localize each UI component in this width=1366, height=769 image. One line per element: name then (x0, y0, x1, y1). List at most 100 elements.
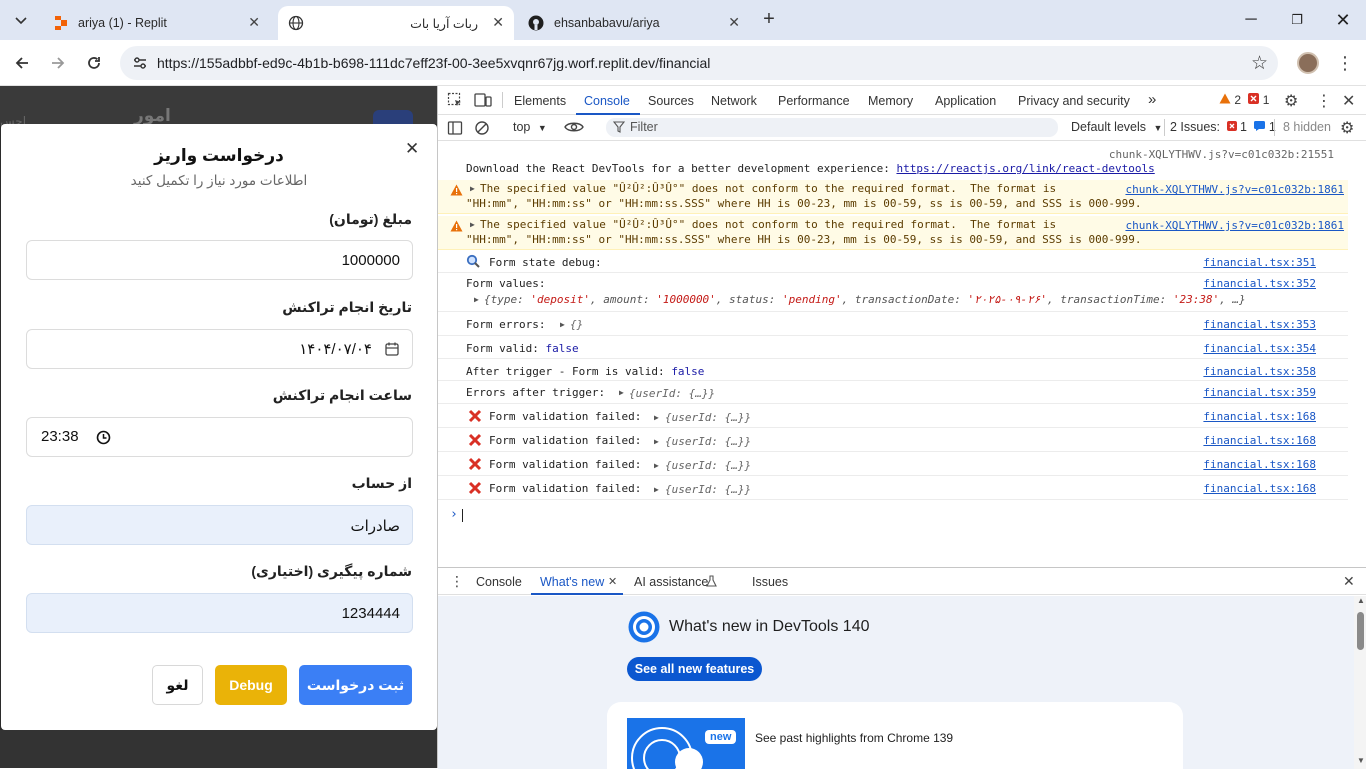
bookmark-star-icon[interactable]: ☆ (1251, 52, 1268, 75)
expand-triangle-icon[interactable]: ▶ (470, 184, 475, 193)
tab-network[interactable]: Network (711, 94, 757, 108)
see-all-features-button[interactable]: See all new features (627, 657, 762, 681)
devtools-menu-icon[interactable]: ⋮ (1316, 91, 1332, 111)
dropdown-arrow-icon: ▼ (1153, 123, 1163, 133)
log-source-link[interactable]: financial.tsx:351 (1203, 256, 1316, 269)
browser-tab-github[interactable]: ehsanbabavu/ariya ✕ (518, 6, 750, 40)
sidebar-toggle-icon[interactable] (447, 120, 463, 139)
scroll-down-arrow-icon[interactable]: ▼ (1357, 756, 1365, 765)
warning-count-badge[interactable]: 2 1 (1219, 93, 1269, 107)
tab-console[interactable]: Console (584, 94, 630, 108)
failed-object[interactable]: {userId: {…}} (665, 459, 751, 472)
close-window-button[interactable]: ✕ (1320, 0, 1366, 40)
live-expression-eye-icon[interactable] (564, 120, 584, 137)
drawer-tab-issues[interactable]: Issues (752, 575, 788, 589)
log-source-link[interactable]: financial.tsx:352 (1203, 277, 1316, 290)
close-drawer-icon[interactable]: ✕ (1343, 573, 1355, 590)
minimize-button[interactable]: ─ (1228, 0, 1274, 40)
close-tab-icon[interactable]: ✕ (492, 14, 504, 31)
scrollbar-thumb[interactable] (1357, 612, 1364, 650)
account-select[interactable]: صادرات (26, 505, 413, 545)
date-input[interactable]: ۱۴۰۴/۰۷/۰۴ (26, 329, 413, 369)
whats-new-title: What's new in DevTools 140 (669, 618, 870, 635)
scroll-up-arrow-icon[interactable]: ▲ (1357, 596, 1365, 605)
context-selector[interactable]: top ▼ (513, 120, 547, 134)
warning-line-2: "HH:mm", "HH:mm:ss" or "HH:mm:ss.SSS" wh… (466, 197, 1142, 210)
expand-triangle-icon[interactable]: ▶ (619, 388, 624, 397)
clock-icon[interactable] (96, 430, 111, 448)
tab-elements[interactable]: Elements (514, 94, 566, 108)
react-devtools-link[interactable]: https://reactjs.org/link/react-devtools (896, 162, 1154, 175)
close-devtools-icon[interactable]: ✕ (1342, 91, 1355, 111)
close-tab-icon[interactable]: ✕ (248, 14, 260, 31)
tab-memory[interactable]: Memory (868, 94, 913, 108)
clear-console-icon[interactable] (474, 120, 490, 139)
tab-search-button[interactable] (8, 8, 34, 34)
drawer-menu-icon[interactable]: ⋮ (450, 573, 464, 590)
submit-request-button[interactable]: ثبت درخواست (299, 665, 412, 705)
drawer-tab-ai-assistance[interactable]: AI assistance (634, 575, 708, 589)
time-input[interactable]: 23:38 (26, 417, 413, 457)
tracking-input[interactable]: 1234444 (26, 593, 413, 633)
drawer-tab-whats-new[interactable]: What's new (540, 575, 604, 589)
amount-input[interactable]: 1000000 (26, 240, 413, 280)
new-tab-button[interactable]: + (758, 8, 780, 32)
cancel-button[interactable]: لغو (152, 665, 203, 705)
more-tabs-icon[interactable]: » (1148, 91, 1156, 108)
back-button[interactable] (7, 48, 37, 78)
log-source-link[interactable]: financial.tsx:168 (1203, 458, 1316, 471)
settings-gear-icon[interactable]: ⚙ (1284, 91, 1298, 111)
forward-button[interactable] (43, 48, 73, 78)
highlights-text: See past highlights from Chrome 139 (755, 731, 954, 745)
expand-triangle-icon[interactable]: ▶ (654, 413, 659, 422)
log-source-link[interactable]: financial.tsx:168 (1203, 434, 1316, 447)
device-toolbar-icon[interactable] (474, 92, 492, 111)
console-filter-input[interactable]: Filter (606, 118, 1058, 137)
expand-triangle-icon[interactable]: ▶ (654, 437, 659, 446)
whats-new-panel: What's new in DevTools 140 See all new f… (438, 596, 1354, 769)
inspect-element-icon[interactable] (447, 92, 463, 111)
tab-sources[interactable]: Sources (648, 94, 694, 108)
address-bar[interactable]: https://155adbbf-ed9c-4b1b-b698-111dc7ef… (120, 46, 1278, 80)
browser-menu-button[interactable]: ⋮ (1330, 48, 1360, 78)
browser-tab-replit[interactable]: ariya (1) - Replit ✕ (42, 6, 270, 40)
site-info-icon[interactable] (132, 55, 148, 74)
close-whats-new-icon[interactable]: ✕ (608, 575, 617, 588)
expand-triangle-icon[interactable]: ▶ (474, 295, 479, 304)
tab-performance[interactable]: Performance (778, 94, 850, 108)
drawer-tab-console[interactable]: Console (476, 575, 522, 589)
issues-counter[interactable]: 2 Issues: 1 1 (1170, 120, 1276, 134)
failed-object[interactable]: {userId: {…}} (665, 435, 751, 448)
log-levels-dropdown[interactable]: Default levels ▼ (1071, 120, 1162, 134)
expand-triangle-icon[interactable]: ▶ (560, 320, 565, 329)
tab-privacy-security[interactable]: Privacy and security (1018, 94, 1130, 108)
highlights-card[interactable]: new See past highlights from Chrome 139 (607, 702, 1183, 769)
expand-triangle-icon[interactable]: ▶ (654, 461, 659, 470)
reload-button[interactable] (79, 48, 109, 78)
warning-source-link[interactable]: chunk-XQLYTHWV.js?v=c01c032b:1861 (1125, 219, 1344, 232)
console-settings-gear-icon[interactable]: ⚙ (1340, 118, 1354, 138)
drawer-scrollbar[interactable]: ▲ ▼ (1354, 596, 1366, 769)
failed-object[interactable]: {userId: {…}} (665, 411, 751, 424)
magnifier-emoji-icon (466, 254, 480, 271)
log-source-link[interactable]: financial.tsx:354 (1203, 342, 1316, 355)
close-tab-icon[interactable]: ✕ (728, 14, 740, 31)
log-source-link[interactable]: financial.tsx:168 (1203, 482, 1316, 495)
tab-application[interactable]: Application (935, 94, 996, 108)
form-values-object[interactable]: {type: 'deposit', amount: '1000000', sta… (484, 293, 1246, 306)
expand-triangle-icon[interactable]: ▶ (654, 485, 659, 494)
log-source-link[interactable]: financial.tsx:358 (1203, 365, 1316, 378)
browser-tab-aria-bot[interactable]: ربات آریا بات ✕ (278, 6, 514, 40)
expand-triangle-icon[interactable]: ▶ (470, 220, 475, 229)
log-source-link[interactable]: financial.tsx:353 (1203, 318, 1316, 331)
log-source-link[interactable]: financial.tsx:359 (1203, 386, 1316, 399)
warning-source-link[interactable]: chunk-XQLYTHWV.js?v=c01c032b:1861 (1125, 183, 1344, 196)
errors-after-object[interactable]: {userId: {…}} (629, 387, 715, 400)
console-prompt[interactable]: › (438, 502, 1348, 528)
log-source-link[interactable]: financial.tsx:168 (1203, 410, 1316, 423)
debug-button[interactable]: Debug (215, 665, 287, 705)
failed-object[interactable]: {userId: {…}} (665, 483, 751, 496)
form-errors-object[interactable]: {} (570, 318, 583, 331)
profile-avatar[interactable] (1297, 52, 1319, 74)
restore-button[interactable]: ❐ (1274, 0, 1320, 40)
